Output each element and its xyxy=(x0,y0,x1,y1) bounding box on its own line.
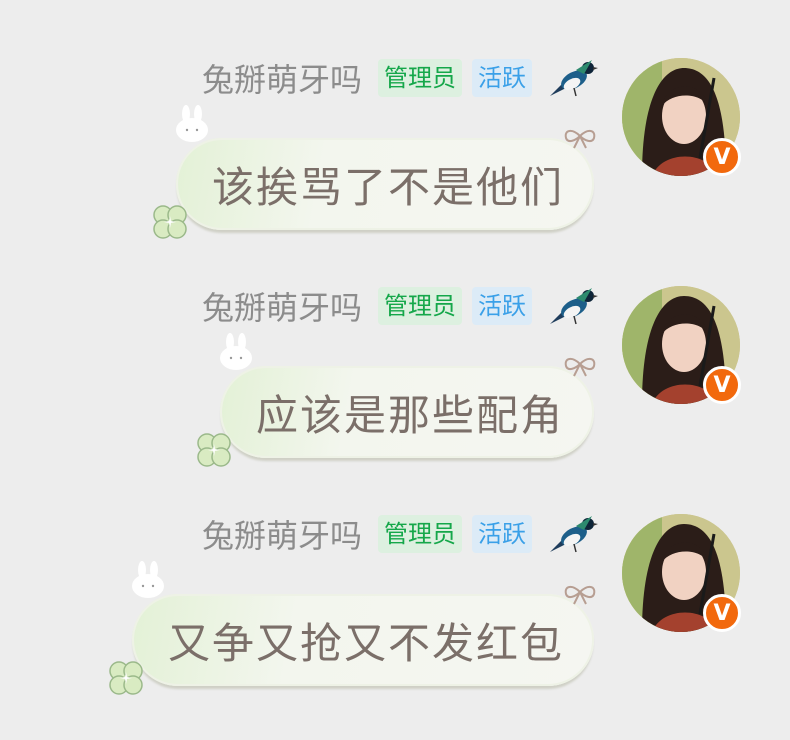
admin-tag: 管理员 xyxy=(378,515,462,553)
bunny-icon xyxy=(175,105,208,142)
bow-icon xyxy=(564,358,596,377)
verified-badge: V xyxy=(703,366,741,404)
message-text: 又争又抢又不发红包 xyxy=(167,618,564,668)
clover-icon xyxy=(109,661,143,695)
admin-tag: 管理员 xyxy=(378,59,462,97)
message-bubble[interactable]: 又争又抢又不发红包 xyxy=(109,561,596,695)
message-text: 该挨骂了不是他们 xyxy=(211,162,564,212)
bow-icon xyxy=(564,586,596,605)
admin-tag: 管理员 xyxy=(378,287,462,325)
message-bubble[interactable]: 该挨骂了不是他们 xyxy=(153,105,596,239)
bunny-icon xyxy=(131,561,164,598)
sender-nickname[interactable]: 兔掰萌牙吗 xyxy=(202,511,362,557)
clover-icon xyxy=(197,433,231,467)
active-tag: 活跃 xyxy=(472,59,532,97)
magpie-icon xyxy=(550,60,598,97)
message-text: 应该是那些配角 xyxy=(255,390,564,440)
chat-message: 兔掰萌牙吗 管理员 活跃 V xyxy=(0,512,790,740)
message-header: 兔掰萌牙吗 管理员 活跃 xyxy=(202,512,598,556)
message-header: 兔掰萌牙吗 管理员 活跃 xyxy=(202,56,598,100)
chat-message: 兔掰萌牙吗 管理员 活跃 V xyxy=(0,284,790,512)
message-header: 兔掰萌牙吗 管理员 活跃 xyxy=(202,284,598,328)
verified-badge: V xyxy=(703,594,741,632)
message-bubble[interactable]: 应该是那些配角 xyxy=(197,333,596,467)
sender-nickname[interactable]: 兔掰萌牙吗 xyxy=(202,283,362,329)
chat-message: 兔掰萌牙吗 管理员 活跃 V xyxy=(0,56,790,284)
active-tag: 活跃 xyxy=(472,287,532,325)
active-tag: 活跃 xyxy=(472,515,532,553)
bow-icon xyxy=(564,130,596,149)
magpie-icon xyxy=(550,288,598,325)
magpie-icon xyxy=(550,516,598,553)
sender-nickname[interactable]: 兔掰萌牙吗 xyxy=(202,55,362,101)
clover-icon xyxy=(153,205,187,239)
bunny-icon xyxy=(219,333,252,370)
verified-badge: V xyxy=(703,138,741,176)
